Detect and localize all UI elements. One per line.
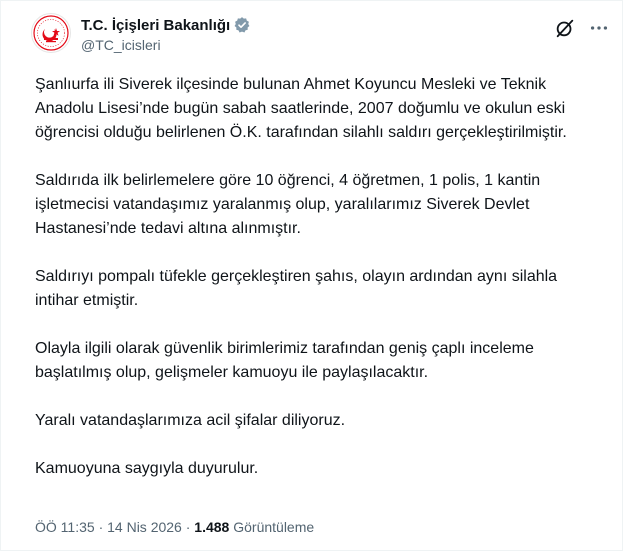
meta-separator: · — [185, 519, 191, 535]
verified-gray-badge-icon[interactable] — [233, 16, 251, 34]
ministry-emblem-icon[interactable] — [31, 13, 71, 53]
tweet-date[interactable]: 14 Nis 2026 — [107, 519, 182, 535]
views-count[interactable]: 1.488 — [194, 519, 229, 535]
tweet-paragraph: Yaralı vatandaşlarımıza acil şifalar dil… — [35, 412, 346, 429]
tweet-paragraph: Kamuoyuna saygıyla duyurulur. — [35, 460, 259, 477]
tweet-paragraph: Olayla ilgili olarak güvenlik birimlerim… — [35, 340, 534, 381]
tweet-paragraph: Saldırıyı pompalı tüfekle gerçekleştiren… — [35, 268, 558, 309]
author-display-name[interactable]: T.C. İçişleri Bakanlığı — [81, 17, 230, 34]
header-actions — [554, 17, 610, 39]
author-handle[interactable]: @TC_icisleri — [81, 37, 251, 53]
tweet-meta: ÖÖ 11:35 · 14 Nis 2026 · 1.488 Görüntüle… — [35, 519, 314, 535]
display-name-row: T.C. İçişleri Bakanlığı — [81, 15, 251, 35]
tweet-text: Şanlıurfa ili Siverek ilçesinde bulunan … — [35, 73, 595, 481]
tweet-header: T.C. İçişleri Bakanlığı @TC_icisleri — [31, 11, 610, 59]
tweet-card: T.C. İçişleri Bakanlığı @TC_icisleri Şan… — [0, 0, 623, 551]
more-icon[interactable] — [588, 17, 610, 39]
views-label[interactable]: Görüntüleme — [233, 519, 314, 535]
meta-separator: · — [98, 519, 104, 535]
tweet-paragraph: Şanlıurfa ili Siverek ilçesinde bulunan … — [35, 76, 567, 141]
tweet-time[interactable]: ÖÖ 11:35 — [35, 519, 95, 535]
author-info: T.C. İçişleri Bakanlığı @TC_icisleri — [81, 15, 251, 53]
tweet-paragraph: Saldırıda ilk belirlemelere göre 10 öğre… — [35, 172, 541, 237]
grok-icon[interactable] — [554, 17, 576, 39]
